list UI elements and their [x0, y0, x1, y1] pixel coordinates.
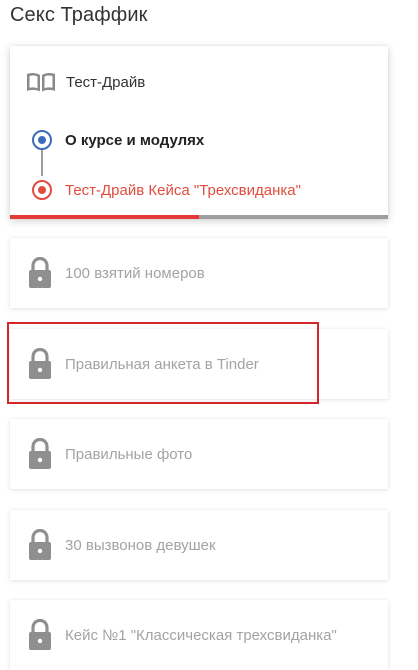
locked-module-label: Правильные фото [65, 445, 193, 463]
step-completed-dot [32, 130, 52, 150]
lock-icon [29, 529, 51, 560]
page-title: Секс Траффик [10, 4, 148, 26]
step-item-about[interactable]: О курсе и модулях [30, 128, 204, 152]
locked-module-label: 100 взятий номеров [65, 264, 205, 282]
module-steps: О курсе и модулях Тест-Драйв Кейса "Трех… [30, 126, 380, 206]
locked-module-label: 30 вызвонов девушек [65, 536, 216, 554]
module-progress-bar [10, 215, 388, 219]
step-label: О курсе и модулях [65, 131, 205, 149]
step-item-test-drive[interactable]: Тест-Драйв Кейса "Трехсвиданка" [30, 178, 301, 202]
locked-module-card[interactable]: 30 вызвонов девушек [10, 510, 388, 580]
step-label: Тест-Драйв Кейса "Трехсвиданка" [65, 181, 301, 199]
module-header: Тест-Драйв [26, 70, 145, 94]
lock-icon [29, 257, 51, 288]
current-module-card[interactable]: Тест-Драйв О курсе и модулях Тест-Драйв … [10, 46, 388, 219]
lock-icon [29, 438, 51, 469]
locked-module-label: Кейс №1 "Классическая трехсвиданка" [65, 626, 337, 644]
locked-module-card[interactable]: Кейс №1 "Классическая трехсвиданка" [10, 600, 388, 670]
progress-fill [10, 215, 199, 219]
lock-icon [29, 619, 51, 650]
module-title: Тест-Драйв [66, 73, 146, 91]
highlight-annotation-box [7, 322, 319, 404]
step-current-dot [32, 180, 52, 200]
locked-module-card[interactable]: Правильные фото [10, 419, 388, 489]
book-icon [27, 72, 55, 92]
locked-module-card[interactable]: 100 взятий номеров [10, 238, 388, 308]
